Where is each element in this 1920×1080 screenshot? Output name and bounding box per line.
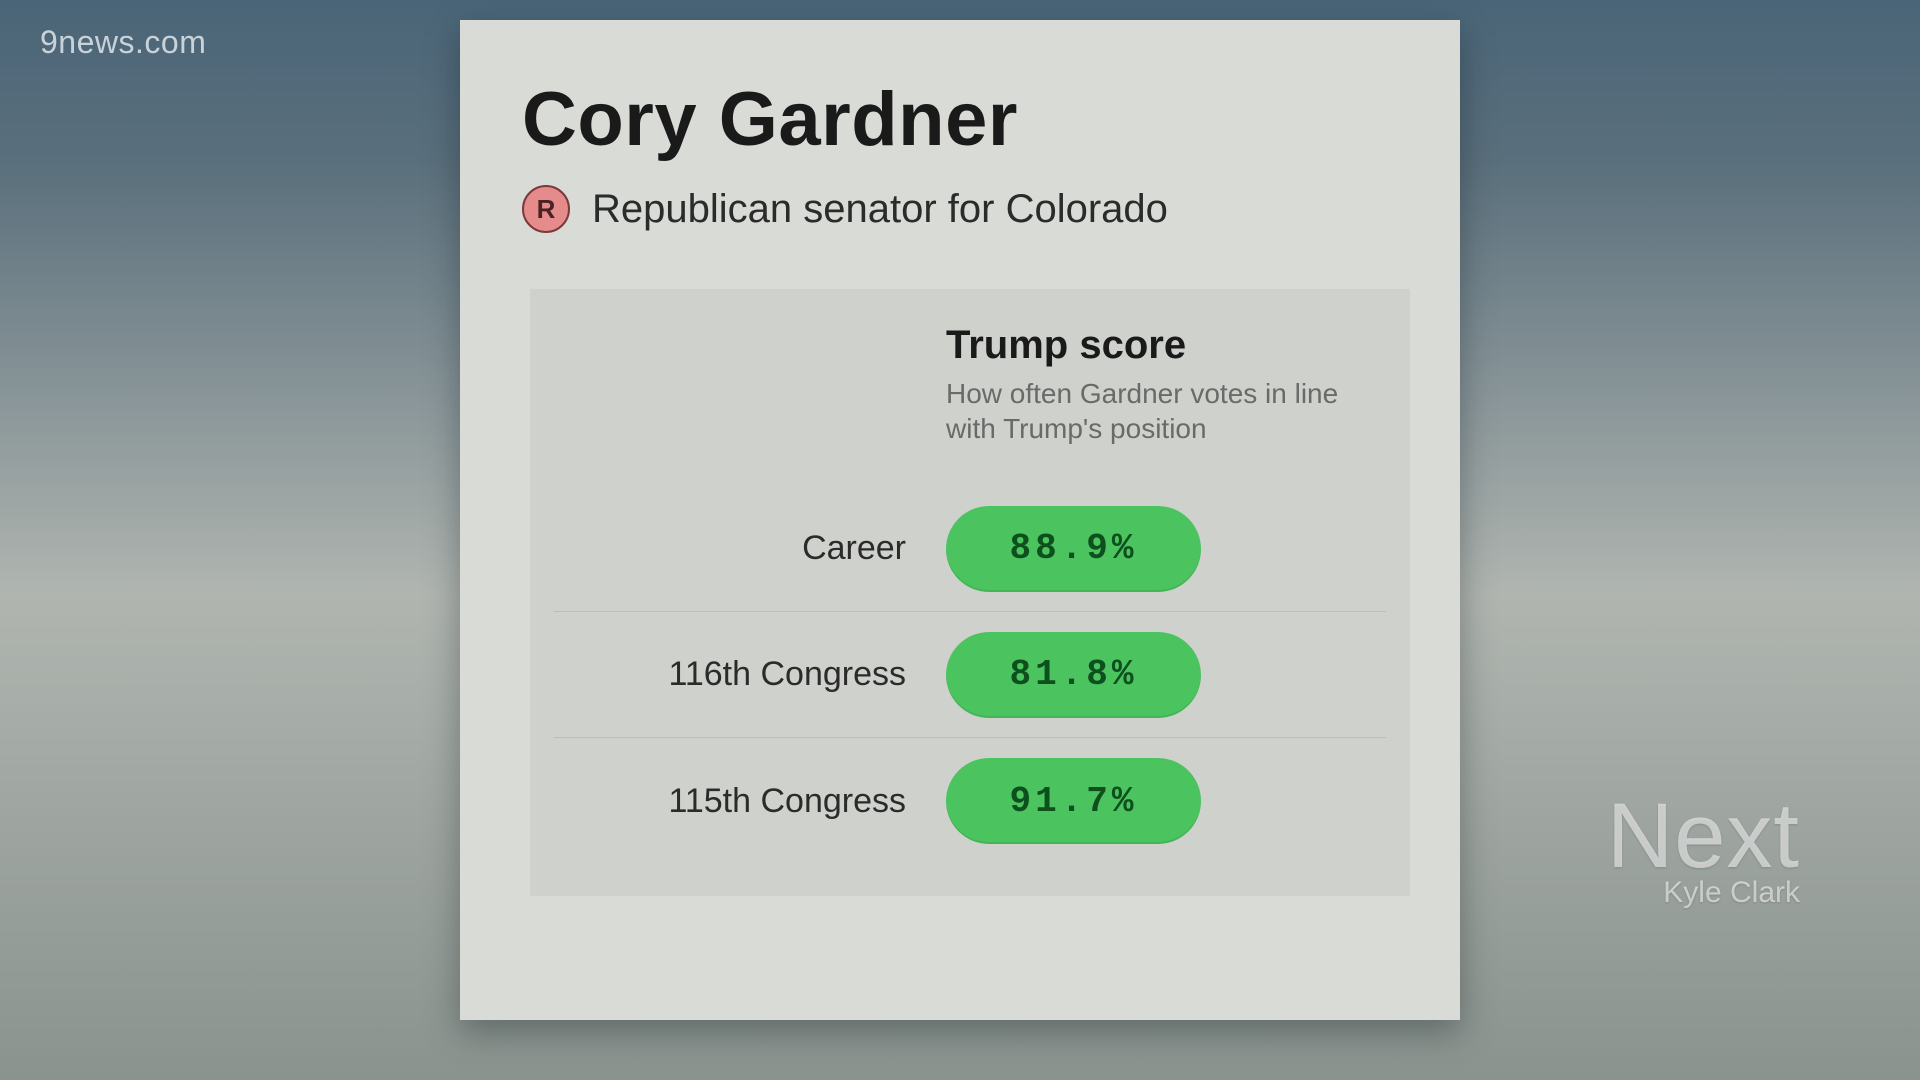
person-subline: R Republican senator for Colorado xyxy=(522,185,1398,233)
person-name: Cory Gardner xyxy=(522,76,1398,163)
score-title: Trump score xyxy=(946,323,1376,368)
show-logo: Next Kyle Clark xyxy=(1607,795,1800,910)
row-value-pill: 91.7% xyxy=(946,758,1201,844)
score-row: 116th Congress 81.8% xyxy=(554,612,1386,738)
row-value-pill: 88.9% xyxy=(946,506,1201,592)
profile-card: Cory Gardner R Republican senator for Co… xyxy=(460,20,1460,1020)
source-watermark: 9news.com xyxy=(40,24,206,61)
score-row: 115th Congress 91.7% xyxy=(554,738,1386,864)
score-description: How often Gardner votes in line with Tru… xyxy=(946,376,1376,446)
party-description: Republican senator for Colorado xyxy=(592,187,1168,232)
row-label: 116th Congress xyxy=(554,655,946,694)
score-panel: Trump score How often Gardner votes in l… xyxy=(530,289,1410,896)
row-label: Career xyxy=(554,529,946,568)
score-header: Trump score How often Gardner votes in l… xyxy=(946,323,1376,446)
row-label: 115th Congress xyxy=(554,782,946,821)
logo-line1: Next xyxy=(1607,795,1800,878)
score-rows: Career 88.9% 116th Congress 81.8% 115th … xyxy=(554,486,1386,864)
score-row: Career 88.9% xyxy=(554,486,1386,612)
party-badge-icon: R xyxy=(522,185,570,233)
row-value-pill: 81.8% xyxy=(946,632,1201,718)
